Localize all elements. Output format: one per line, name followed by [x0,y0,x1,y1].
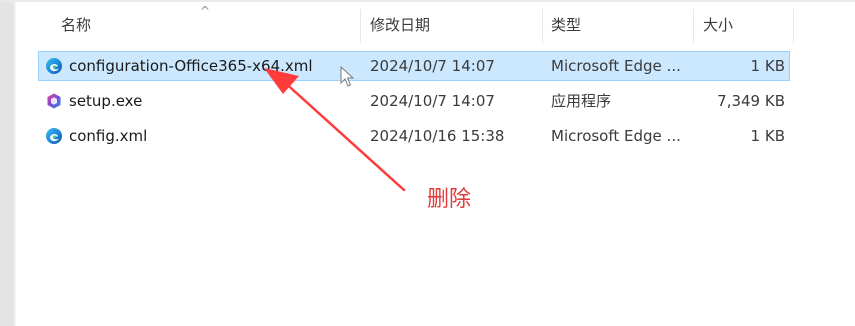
annotation-arrow-icon [264,68,406,192]
annotation-label: 删除 [427,187,472,212]
